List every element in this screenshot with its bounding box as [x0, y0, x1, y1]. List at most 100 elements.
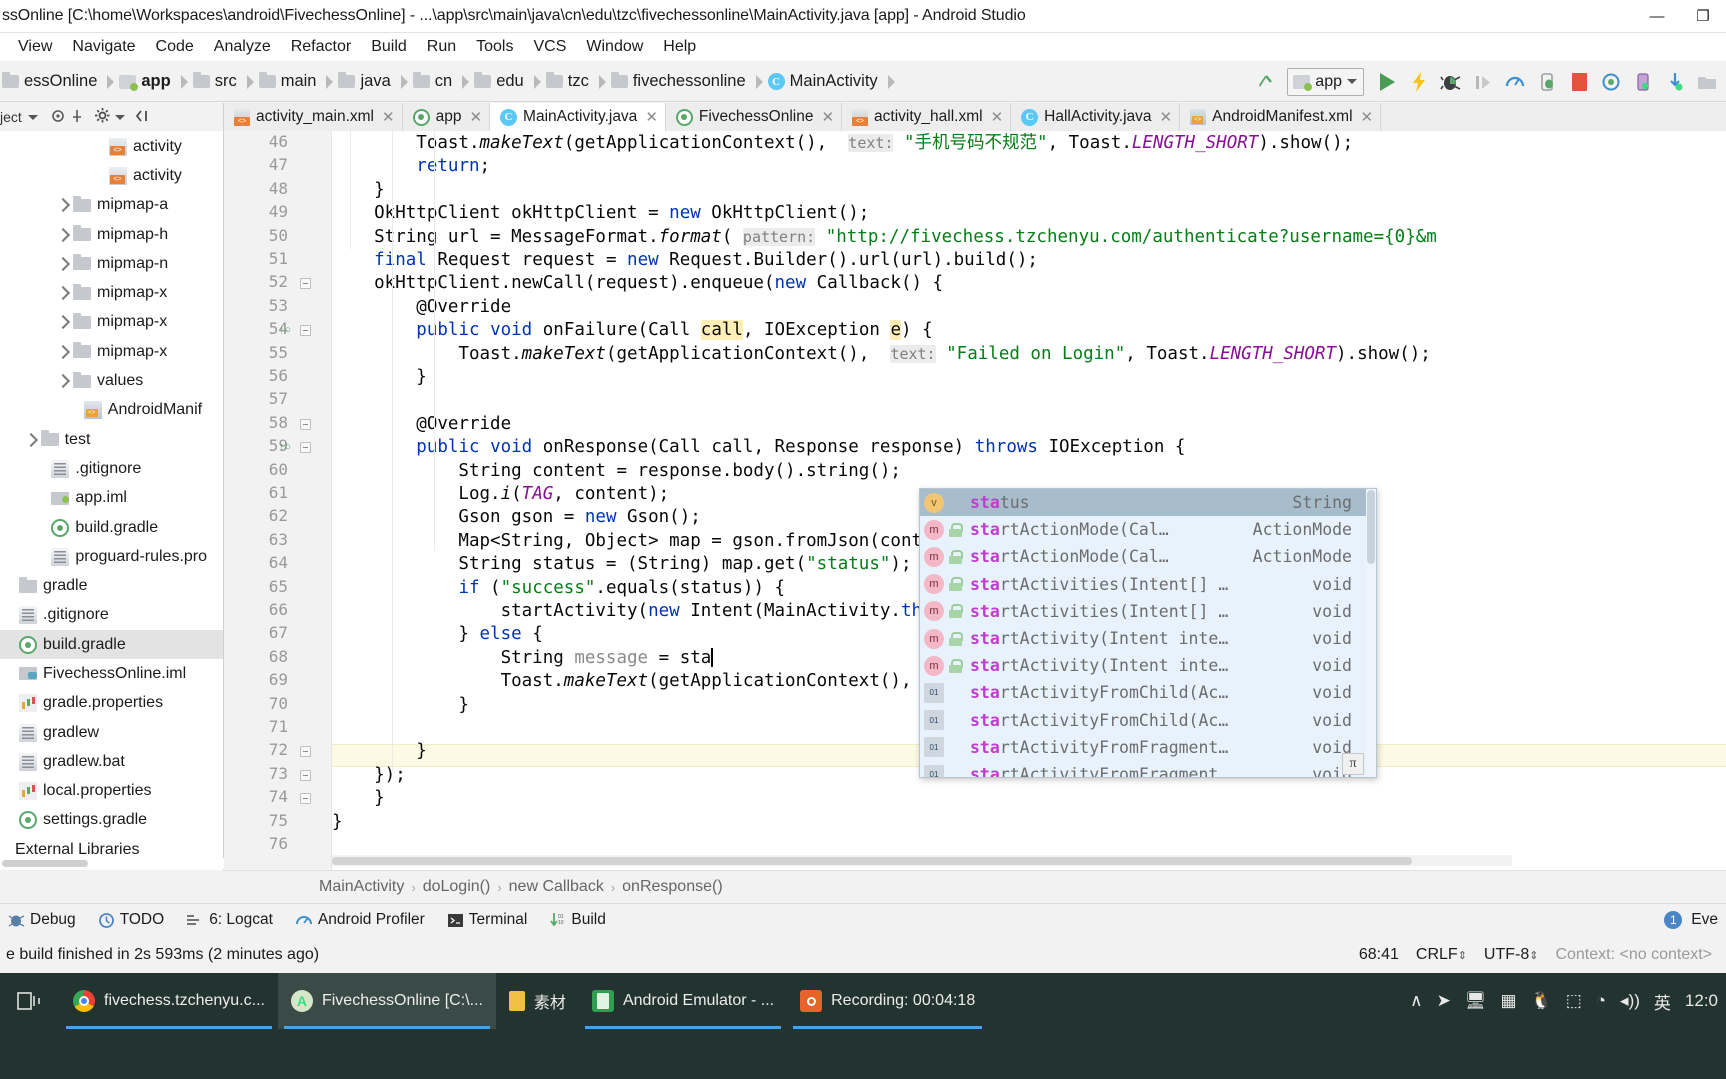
- chevron-right-icon[interactable]: [55, 256, 71, 271]
- code-completion-popup[interactable]: 01 startActivityFromFragment void 01 startAc…: [919, 488, 1377, 778]
- code-line[interactable]: @Override: [332, 413, 511, 436]
- close-icon[interactable]: ✕: [380, 108, 395, 126]
- code-line[interactable]: String status = (String) map.get("status…: [332, 553, 911, 576]
- breadcrumb-dologin[interactable]: doLogin(): [423, 878, 491, 896]
- nav-crumb-cn[interactable]: cn: [412, 72, 455, 91]
- completion-item[interactable]: 01 startActivityFromFragment void: [920, 761, 1366, 777]
- step-icon[interactable]: [1468, 67, 1498, 97]
- tool-window-terminal[interactable]: Terminal: [439, 911, 542, 929]
- tree-item[interactable]: build.gradle: [0, 513, 223, 542]
- chevron-right-icon[interactable]: [55, 344, 71, 359]
- code-line[interactable]: }: [332, 694, 469, 717]
- run-button[interactable]: [1372, 67, 1402, 97]
- chevron-down-icon-2[interactable]: [114, 114, 125, 120]
- nav-crumb-fivechessonline[interactable]: fivechessonline: [610, 72, 749, 91]
- device-file-explorer-icon[interactable]: [1692, 67, 1722, 97]
- tray-monitor-icon[interactable]: ▦: [1500, 991, 1516, 1011]
- tree-item[interactable]: local.properties: [0, 777, 223, 806]
- code-line[interactable]: okHttpClient.newCall(request).enqueue(ne…: [332, 272, 943, 295]
- tab-mainactivity-java[interactable]: C MainActivity.java ✕: [490, 103, 666, 131]
- taskbar-item-chrome[interactable]: fivechess.tzchenyu.c...: [60, 973, 278, 1029]
- menu-navigate[interactable]: Navigate: [62, 36, 145, 58]
- file-encoding[interactable]: UTF-8⇕: [1484, 946, 1539, 964]
- caret-position[interactable]: 68:41: [1359, 946, 1399, 964]
- tree-item[interactable]: gradle.properties: [0, 689, 223, 718]
- tool-window-build[interactable]: 01 10 Build: [541, 911, 619, 929]
- code-line[interactable]: String message = sta: [332, 647, 713, 670]
- chevron-right-icon[interactable]: [55, 198, 71, 213]
- code-line[interactable]: }: [332, 179, 385, 202]
- fold-marker[interactable]: [300, 278, 311, 290]
- code-line[interactable]: Toast.makeText(getApplicationContext(), …: [332, 670, 1008, 693]
- sdk-manager-icon[interactable]: [1660, 67, 1690, 97]
- completion-item[interactable]: m startActivity(Intent inte… void: [920, 625, 1366, 652]
- fold-marker[interactable]: [300, 442, 311, 454]
- tool-window-logcat[interactable]: 6: Logcat: [178, 911, 287, 929]
- chevron-right-icon[interactable]: [23, 432, 38, 447]
- context-indicator[interactable]: Context: <no context>: [1555, 946, 1712, 964]
- completion-item[interactable]: 01 startActivityFromChild(Ac… void: [920, 679, 1366, 706]
- code-line[interactable]: public void onResponse(Call call, Respon…: [332, 436, 1185, 459]
- line-separator[interactable]: CRLF⇕: [1416, 946, 1467, 964]
- tray-qq-icon[interactable]: 🐧: [1531, 991, 1552, 1011]
- completion-item[interactable]: m startActionMode(Cal… ActionMode: [920, 516, 1366, 543]
- tray-network-icon[interactable]: ◔: [1596, 991, 1606, 1011]
- pin-icon[interactable]: [70, 108, 84, 127]
- sync-gradle-icon[interactable]: [1596, 67, 1626, 97]
- override-marker-icon[interactable]: ↑○: [278, 323, 292, 337]
- code-line[interactable]: }: [332, 740, 427, 763]
- collapse-icon[interactable]: [135, 109, 151, 126]
- tab-androidmanifest-xml[interactable]: AndroidManifest.xml ✕: [1180, 103, 1382, 131]
- tree-item[interactable]: mipmap-n: [0, 249, 223, 278]
- tray-ime-icon[interactable]: 英: [1654, 989, 1671, 1014]
- completion-item[interactable]: 01 startActivityFromFragment… void: [920, 734, 1366, 761]
- code-line[interactable]: Toast.makeText(getApplicationContext(), …: [332, 132, 1353, 155]
- code-line[interactable]: final Request request = new Request.Buil…: [332, 249, 1038, 272]
- breadcrumb-onresponse[interactable]: onResponse(): [622, 878, 723, 896]
- tab-app[interactable]: app ✕: [402, 103, 491, 131]
- run-configuration-selector[interactable]: app: [1287, 67, 1364, 96]
- breadcrumb-new-callback[interactable]: new Callback: [509, 878, 604, 896]
- tree-item[interactable]: mipmap-h: [0, 220, 223, 249]
- avd-manager-icon[interactable]: [1628, 67, 1658, 97]
- tree-item[interactable]: mipmap-x: [0, 337, 223, 366]
- nav-crumb-java[interactable]: java: [338, 72, 393, 91]
- menu-help[interactable]: Help: [653, 36, 706, 58]
- nav-crumb-main[interactable]: main: [258, 72, 320, 91]
- code-line[interactable]: }: [332, 787, 385, 810]
- tree-item[interactable]: gradlew.bat: [0, 747, 223, 776]
- chevron-right-icon[interactable]: [55, 373, 71, 389]
- tool-window-android-profiler[interactable]: Android Profiler: [287, 911, 439, 929]
- completion-item[interactable]: v status String: [920, 489, 1366, 517]
- fold-marker[interactable]: [300, 793, 311, 805]
- taskbar-clock[interactable]: 12:0: [1685, 991, 1718, 1011]
- code-line[interactable]: String url = MessageFormat.format( patte…: [332, 226, 1437, 249]
- tree-item[interactable]: FivechessOnline.iml: [0, 659, 223, 688]
- code-line[interactable]: public void onFailure(Call call, IOExcep…: [332, 319, 933, 342]
- code-line[interactable]: OkHttpClient okHttpClient = new OkHttpCl…: [332, 202, 869, 225]
- tree-item[interactable]: app.iml: [0, 484, 223, 513]
- tool-window-todo[interactable]: TODO: [90, 911, 179, 929]
- tree-item[interactable]: settings.gradle: [0, 806, 223, 835]
- chevron-right-icon[interactable]: [55, 286, 71, 301]
- completion-item[interactable]: m startActivity(Intent inte… void: [920, 652, 1366, 679]
- tray-expand-icon[interactable]: ∧: [1410, 991, 1422, 1011]
- code-line[interactable]: String content = response.body().string(…: [332, 460, 901, 483]
- debug-icon[interactable]: [1436, 67, 1466, 97]
- completion-item[interactable]: 01 startActivityFromChild(Ac… void: [920, 707, 1366, 734]
- fold-marker[interactable]: [300, 746, 311, 758]
- attach-debugger-icon[interactable]: [1532, 67, 1562, 97]
- nav-crumb-app[interactable]: app: [119, 72, 173, 91]
- menu-run[interactable]: Run: [417, 36, 466, 58]
- tree-item[interactable]: values: [0, 366, 223, 395]
- menu-code[interactable]: Code: [146, 36, 204, 58]
- nav-crumb-mainactivity[interactable]: C MainActivity: [767, 72, 881, 91]
- nav-crumb-project[interactable]: essOnline: [2, 72, 100, 91]
- tree-item[interactable]: activity: [0, 132, 223, 161]
- tab-activity-main-xml[interactable]: activity_main.xml ✕: [224, 103, 403, 131]
- nav-crumb-src[interactable]: src: [192, 72, 240, 91]
- tab-fivechessonline[interactable]: FivechessOnline ✕: [665, 103, 843, 131]
- close-icon[interactable]: ✕: [819, 108, 834, 126]
- taskbar-item-android-studio[interactable]: FivechessOnline [C:\...: [277, 973, 496, 1029]
- tree-item[interactable]: gradlew: [0, 718, 223, 747]
